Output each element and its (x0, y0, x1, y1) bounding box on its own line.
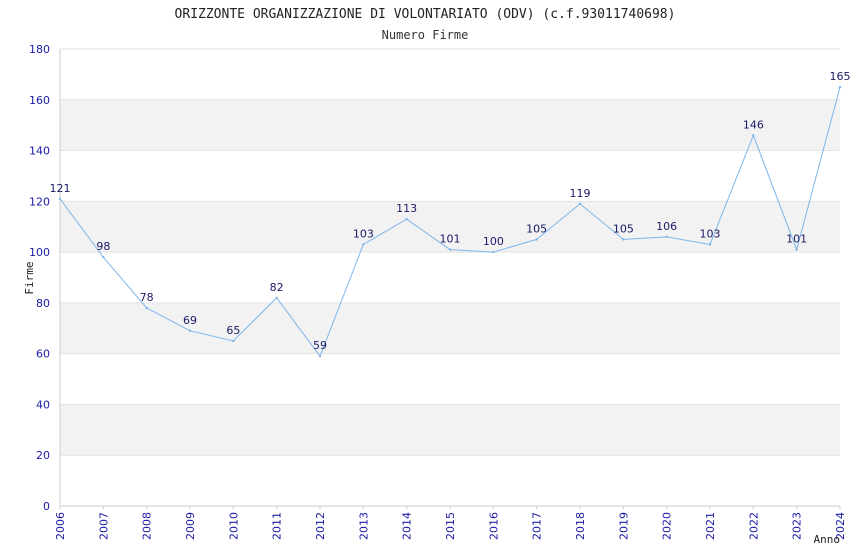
chart: ORIZZONTE ORGANIZZAZIONE DI VOLONTARIATO… (23, 7, 850, 546)
data-point (492, 250, 495, 254)
y-axis-label: Firme (23, 261, 36, 294)
x-tick-label: 2015 (444, 512, 457, 540)
data-label: 101 (440, 233, 461, 246)
data-point (752, 134, 755, 137)
chart-subtitle: Numero Firme (382, 28, 469, 42)
data-label: 113 (396, 202, 417, 215)
data-label: 82 (270, 281, 284, 294)
x-tick-label: 2012 (314, 512, 327, 540)
data-point (58, 197, 62, 200)
x-tick-label: 2021 (704, 512, 717, 540)
data-point (578, 202, 582, 206)
data-label: 98 (96, 240, 110, 253)
y-tick-label: 140 (29, 145, 50, 158)
x-tick-label: 2023 (791, 512, 804, 540)
data-point (708, 243, 712, 246)
x-tick-label: 2018 (574, 512, 587, 540)
x-axis-label: Anno (814, 533, 841, 546)
data-label: 105 (613, 222, 634, 235)
grid-band (60, 404, 840, 456)
y-tick-label: 100 (29, 246, 50, 259)
x-tick-label: 2016 (487, 512, 500, 540)
data-point (405, 217, 408, 221)
data-label: 103 (700, 227, 721, 240)
data-label: 69 (183, 314, 197, 327)
data-label: 59 (313, 339, 327, 352)
x-tick-label: 2007 (97, 512, 110, 540)
data-point (622, 238, 625, 241)
data-label: 78 (140, 291, 154, 304)
data-point (362, 243, 365, 246)
x-tick-label: 2014 (401, 512, 414, 540)
grid-band (60, 99, 840, 151)
grid-band (60, 302, 840, 354)
data-label: 106 (656, 220, 677, 233)
chart-title: ORIZZONTE ORGANIZZAZIONE DI VOLONTARIATO… (175, 7, 676, 22)
data-point (145, 306, 148, 310)
data-point (232, 339, 235, 343)
y-tick-label: 160 (29, 94, 50, 107)
x-tick-label: 2010 (227, 512, 240, 540)
data-point (665, 235, 668, 239)
data-point (188, 329, 192, 333)
data-point (102, 255, 105, 259)
y-tick-label: 120 (29, 195, 50, 208)
x-tick-label: 2017 (531, 512, 544, 540)
x-tick-label: 2022 (747, 512, 760, 540)
data-label: 165 (830, 70, 850, 83)
y-tick-label: 80 (36, 297, 50, 310)
y-tick-label: 40 (36, 398, 50, 411)
data-point (535, 238, 538, 241)
data-point (448, 248, 452, 251)
x-tick-label: 2006 (54, 512, 67, 540)
x-tick-labels: 2006 2007 2008 2009 2010 2011 2012 2013 2014 2015… (54, 506, 847, 540)
data-label: 121 (50, 182, 71, 195)
y-tick-label: 0 (43, 500, 50, 513)
x-tick-label: 2019 (617, 512, 630, 540)
x-tick-label: 2008 (141, 512, 154, 540)
data-label: 105 (526, 222, 547, 235)
data-point (318, 355, 322, 358)
grid-bands (60, 99, 840, 456)
x-tick-label: 2020 (661, 512, 674, 540)
x-tick-label: 2009 (184, 512, 197, 540)
y-tick-label: 180 (29, 43, 50, 56)
data-label: 103 (353, 227, 374, 240)
data-label: 65 (226, 324, 240, 337)
data-label: 119 (570, 187, 591, 200)
y-tick-label: 20 (36, 449, 50, 462)
data-point (838, 85, 842, 89)
data-label: 146 (743, 118, 764, 131)
data-label: 100 (483, 235, 504, 248)
x-tick-label: 2011 (271, 512, 284, 540)
data-point (275, 296, 278, 300)
data-label: 101 (786, 233, 807, 246)
data-point (795, 248, 798, 251)
x-tick-label: 2013 (357, 512, 370, 540)
y-tick-label: 60 (36, 348, 50, 361)
